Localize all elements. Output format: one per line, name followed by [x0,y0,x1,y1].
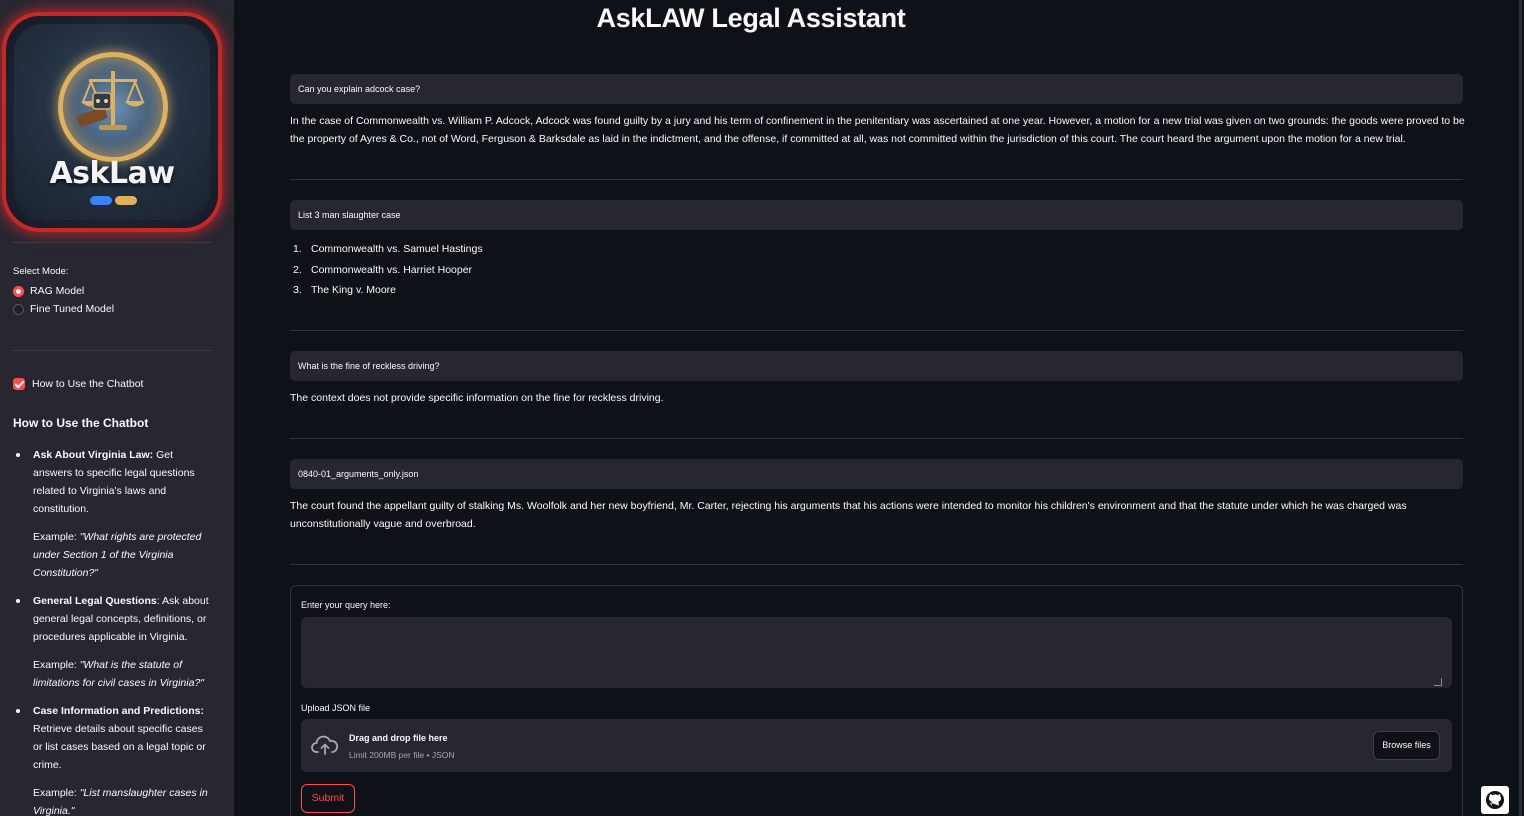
upload-label: Upload JSON file [301,703,371,713]
chat-divider [290,330,1463,331]
howto-list: Ask About Virginia Law: Get answers to s… [13,446,213,816]
howto-item: General Legal Questions: Ask about gener… [13,592,213,646]
radio-label: RAG Model [30,285,85,297]
submit-button[interactable]: Submit [301,784,355,813]
checkbox-checked-icon[interactable] [13,378,25,390]
sidebar: AskLaw Select Mode: RAG Model Fine Tuned… [0,0,234,816]
howto-example: Example: "What rights are protected unde… [33,531,202,579]
user-question: 0840-01_arguments_only.json [290,459,1463,489]
asklaw-logo: AskLaw [6,16,218,228]
logo-wordmark: AskLaw [49,156,175,191]
howto-example: Example: "List manslaughter cases in Vir… [33,787,208,816]
radio-fine-tuned-model[interactable]: Fine Tuned Model [13,303,114,315]
radio-label: Fine Tuned Model [30,303,115,315]
page-title: AskLAW Legal Assistant [596,3,906,33]
howto-checkbox[interactable]: How to Use the Chatbot [13,378,143,390]
howto-item: Ask About Virginia Law: Get answers to s… [13,446,213,518]
answer-list-item: 3. The King v. Moore [293,284,397,296]
file-dropzone[interactable]: Drag and drop file here Limit 200MB per … [301,719,1452,772]
github-icon[interactable] [1481,786,1509,814]
chat-bubbles-icon [90,196,140,208]
radio-unselected-icon[interactable] [13,303,24,315]
resize-handle-icon[interactable] [1434,678,1442,686]
dropzone-title: Drag and drop file here [349,733,448,743]
assistant-answer: In the case of Commonwealth vs. William … [290,115,1465,145]
radio-selected-icon[interactable] [13,285,24,297]
scales-of-justice-icon [58,52,168,162]
scrollbar[interactable] [1519,0,1522,816]
howto-item: Case Information and Predictions: Retrie… [13,702,213,774]
howto-heading: How to Use the Chatbot [13,416,149,430]
sidebar-divider [12,350,212,351]
sidebar-divider [12,242,212,243]
user-question: Can you explain adcock case? [290,74,1463,104]
answer-list-item: 2. Commonwealth vs. Harriet Hooper [293,264,473,276]
main-content: AskLAW Legal Assistant Can you explain a… [234,0,1524,816]
query-input[interactable] [301,617,1452,688]
mode-label: Select Mode: [13,266,69,277]
cloud-upload-icon [311,735,339,755]
chat-divider [290,564,1463,565]
assistant-answer: The context does not provide specific in… [290,392,664,404]
answer-list-item: 1. Commonwealth vs. Samuel Hastings [293,243,483,255]
checkbox-label: How to Use the Chatbot [32,378,144,390]
query-form: Enter your query here: Upload JSON file … [290,585,1463,816]
user-question: List 3 man slaughter case [290,200,1463,230]
github-icon-glyph [1486,791,1504,809]
howto-example: Example: "What is the statute of limitat… [33,659,205,689]
query-label: Enter your query here: [301,600,391,610]
user-question: What is the fine of reckless driving? [290,351,1463,381]
assistant-answer: The court found the appellant guilty of … [290,500,1407,530]
browse-files-button[interactable]: Browse files [1373,731,1440,760]
chat-divider [290,179,1463,180]
chat-divider [290,438,1463,439]
dropzone-limit: Limit 200MB per file • JSON [349,750,455,760]
radio-rag-model[interactable]: RAG Model [13,285,84,297]
